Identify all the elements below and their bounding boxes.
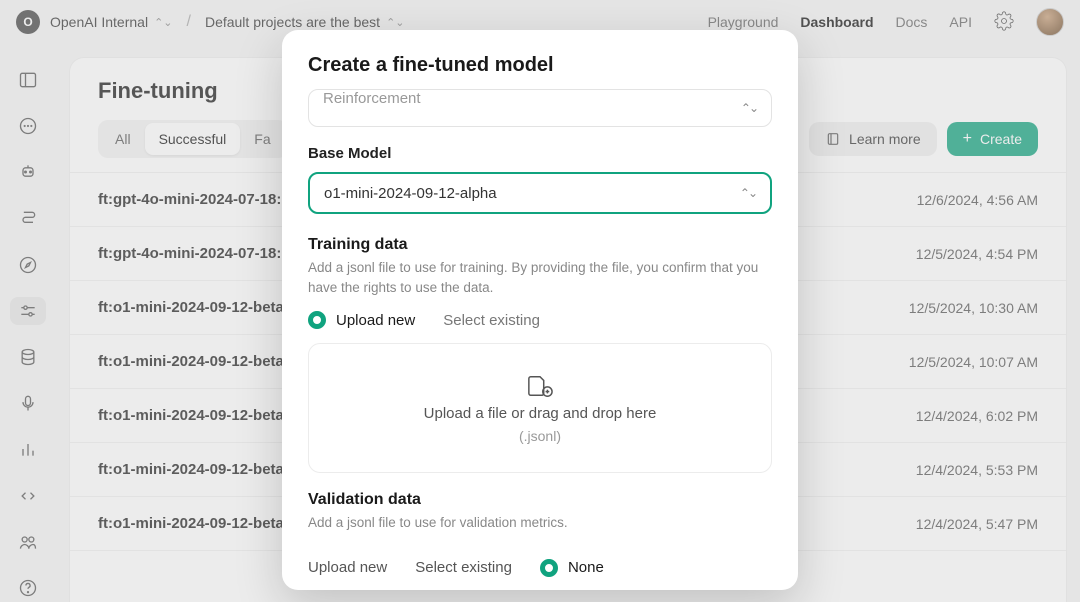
- base-model-value: o1-mini-2024-09-12-alpha: [324, 185, 497, 202]
- file-upload-icon: [525, 373, 555, 399]
- validation-source-radio: Upload new Select existing None: [308, 553, 772, 577]
- base-model-label: Base Model: [308, 145, 772, 162]
- radio-select-existing-label: Select existing: [443, 312, 540, 329]
- training-data-desc: Add a jsonl file to use for training. By…: [308, 258, 772, 297]
- val-none-label: None: [568, 559, 604, 576]
- dropzone-subtitle: (.jsonl): [519, 428, 561, 444]
- method-select[interactable]: Reinforcement ⌃⌄: [308, 89, 772, 127]
- training-source-radio: Upload new Select existing: [308, 311, 772, 329]
- radio-dot-icon: [540, 559, 558, 577]
- radio-select-existing[interactable]: Select existing: [443, 312, 540, 329]
- validation-data-title: Validation data: [308, 491, 772, 509]
- val-upload-new[interactable]: Upload new: [308, 559, 387, 576]
- validation-data-desc: Add a jsonl file to use for validation m…: [308, 513, 772, 533]
- val-none[interactable]: None: [540, 559, 604, 577]
- modal-title: Create a fine-tuned model: [308, 54, 772, 77]
- radio-upload-new[interactable]: Upload new: [308, 311, 415, 329]
- chevron-updown-icon: ⌃⌄: [741, 101, 757, 115]
- radio-dot-icon: [308, 311, 326, 329]
- chevron-updown-icon: ⌃⌄: [740, 186, 756, 200]
- dropzone-title: Upload a file or drag and drop here: [424, 405, 657, 422]
- create-finetune-modal: Create a fine-tuned model Reinforcement …: [282, 30, 798, 590]
- radio-upload-new-label: Upload new: [336, 312, 415, 329]
- val-select-existing[interactable]: Select existing: [415, 559, 512, 576]
- method-value: Reinforcement: [323, 90, 421, 107]
- training-dropzone[interactable]: Upload a file or drag and drop here (.js…: [308, 343, 772, 473]
- training-data-title: Training data: [308, 236, 772, 254]
- base-model-select[interactable]: o1-mini-2024-09-12-alpha ⌃⌄: [308, 172, 772, 214]
